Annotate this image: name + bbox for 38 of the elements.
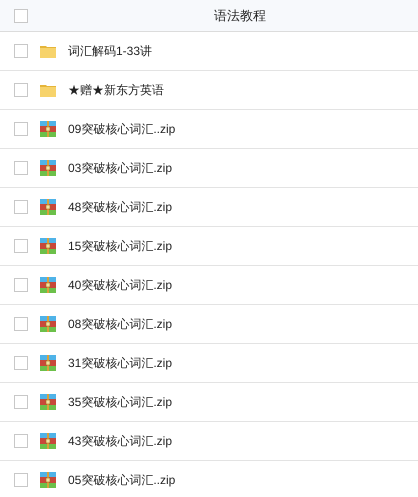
archive-icon	[40, 472, 56, 488]
folder-icon	[40, 83, 56, 97]
checkbox[interactable]	[14, 44, 28, 58]
checkbox[interactable]	[14, 122, 28, 136]
file-name[interactable]: 35突破核心词汇.zip	[68, 393, 172, 411]
archive-icon	[40, 355, 56, 371]
archive-icon	[40, 121, 56, 137]
file-name[interactable]: 15突破核心词汇.zip	[68, 237, 172, 255]
folder-title: 语法教程	[214, 6, 266, 25]
file-name[interactable]: 03突破核心词汇.zip	[68, 159, 172, 177]
folder-icon	[40, 44, 56, 58]
archive-icon	[40, 433, 56, 449]
checkbox[interactable]	[14, 161, 28, 175]
archive-icon	[40, 277, 56, 293]
file-name[interactable]: 40突破核心词汇.zip	[68, 276, 172, 294]
checkbox[interactable]	[14, 317, 28, 331]
archive-icon	[40, 316, 56, 332]
archive-icon	[40, 160, 56, 176]
checkbox[interactable]	[14, 278, 28, 292]
file-name[interactable]: 词汇解码1-33讲	[68, 42, 152, 60]
file-name[interactable]: 43突破核心词汇.zip	[68, 432, 172, 450]
checkbox[interactable]	[14, 434, 28, 448]
archive-icon	[40, 394, 56, 410]
checkbox[interactable]	[14, 473, 28, 487]
checkbox[interactable]	[14, 83, 28, 97]
file-name[interactable]: ★赠★新东方英语	[68, 81, 164, 99]
file-name[interactable]: 08突破核心词汇.zip	[68, 315, 172, 333]
checkbox[interactable]	[14, 8, 28, 22]
file-name[interactable]: 48突破核心词汇.zip	[68, 198, 172, 216]
checkbox[interactable]	[14, 356, 28, 370]
checkbox[interactable]	[14, 395, 28, 409]
file-name[interactable]: 31突破核心词汇.zip	[68, 354, 172, 372]
checkbox[interactable]	[14, 200, 28, 214]
archive-icon	[40, 238, 56, 254]
file-name[interactable]: 09突破核心词汇..zip	[68, 120, 176, 138]
checkbox[interactable]	[14, 239, 28, 253]
file-name[interactable]: 05突破核心词汇..zip	[68, 471, 176, 489]
archive-icon	[40, 199, 56, 215]
